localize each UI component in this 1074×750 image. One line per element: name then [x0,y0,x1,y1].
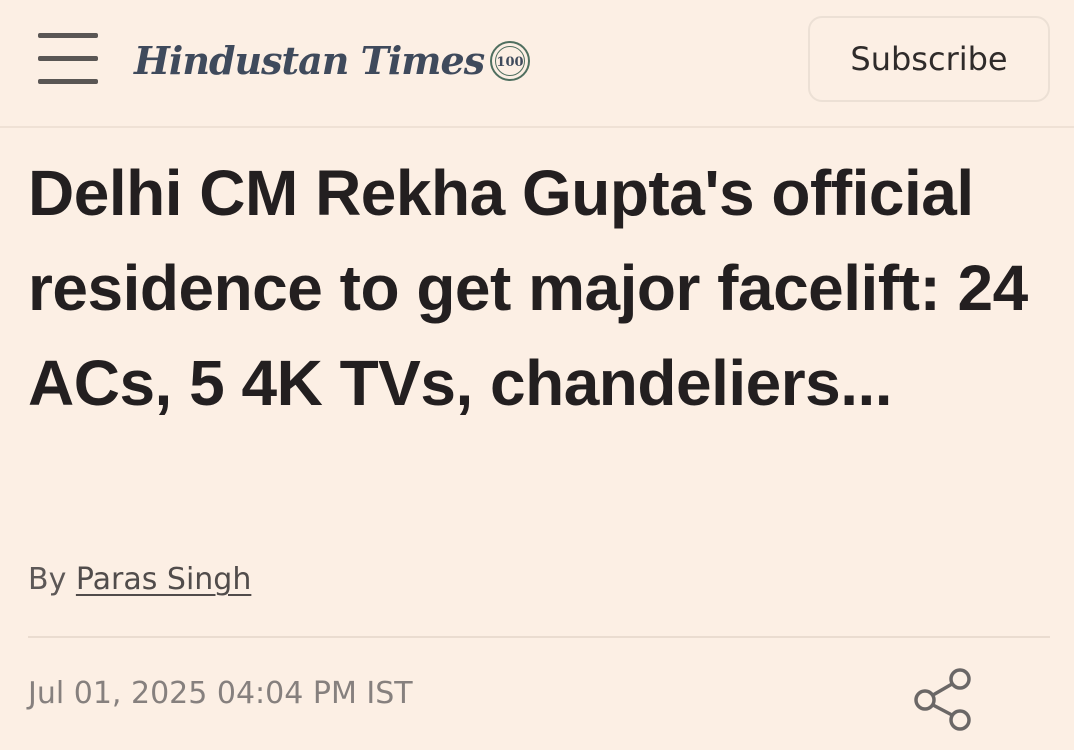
divider [28,636,1050,638]
subscribe-button[interactable]: Subscribe [808,16,1050,102]
article-headline: Delhi CM Rekha Gupta's official residenc… [28,157,1028,419]
logo-badge-text: 100 [497,55,524,70]
site-logo[interactable]: Hindustan Times 100 [134,30,532,90]
share-icon[interactable] [908,664,978,734]
byline: By Paras Singh [28,562,251,597]
logo-text: Hindustan Times [134,37,485,83]
centenary-badge-icon: 100 [490,41,531,81]
site-header: Hindustan Times 100 Subscribe [0,0,1074,128]
publish-timestamp: Jul 01, 2025 04:04 PM IST [28,676,413,711]
hamburger-menu-icon[interactable] [38,33,100,85]
author-link[interactable]: Paras Singh [76,562,251,597]
byline-prefix: By [28,562,67,597]
